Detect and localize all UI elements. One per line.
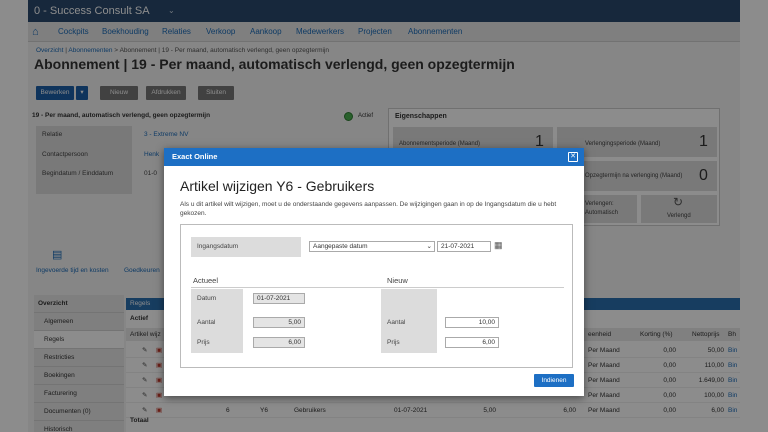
ingangsdatum-select[interactable]: Aangepaste datum ⌄ bbox=[309, 241, 435, 252]
dialog-close-icon[interactable]: ✕ bbox=[568, 152, 578, 162]
ingangsdatum-label: Ingangsdatum bbox=[197, 243, 239, 250]
prijs-new-input[interactable]: 6,00 bbox=[445, 337, 499, 348]
prijs-current-label: Prijs bbox=[197, 339, 210, 346]
screen: 0 - Success Consult SA ⌄ ⌂ Cockpits Boek… bbox=[0, 0, 768, 432]
calendar-icon[interactable]: ▦ bbox=[494, 240, 503, 251]
dialog-description: Als u dit artikel wilt wijzigen, moet u … bbox=[180, 201, 557, 217]
dialog-titlebar: Exact Online bbox=[164, 148, 584, 166]
aantal-current-field: 5,00 bbox=[253, 317, 305, 328]
aantal-new-label: Aantal bbox=[387, 319, 406, 326]
edit-article-dialog: Exact Online ✕ Artikel wijzigen Y6 - Geb… bbox=[164, 148, 584, 396]
datum-current-field: 01-07-2021 bbox=[253, 293, 305, 304]
datum-label: Datum bbox=[197, 295, 217, 302]
ingangsdatum-select-value: Aangepaste datum bbox=[313, 243, 368, 250]
new-header: Nieuw bbox=[387, 276, 408, 285]
ingangsdatum-input[interactable]: 21-07-2021 bbox=[437, 241, 491, 252]
aantal-current-label: Aantal bbox=[197, 319, 216, 326]
submit-button[interactable]: Indienen bbox=[534, 374, 574, 387]
dialog-title: Artikel wijzigen Y6 - Gebruikers bbox=[180, 178, 375, 194]
prijs-new-label: Prijs bbox=[387, 339, 400, 346]
chevron-down-icon: ⌄ bbox=[426, 243, 432, 250]
current-header: Actueel bbox=[193, 276, 219, 285]
dialog-form: Ingangsdatum Aangepaste datum ⌄ 21-07-20… bbox=[180, 224, 573, 368]
section-divider bbox=[191, 287, 564, 288]
aantal-new-input[interactable]: 10,00 bbox=[445, 317, 499, 328]
prijs-current-field: 6,00 bbox=[253, 337, 305, 348]
